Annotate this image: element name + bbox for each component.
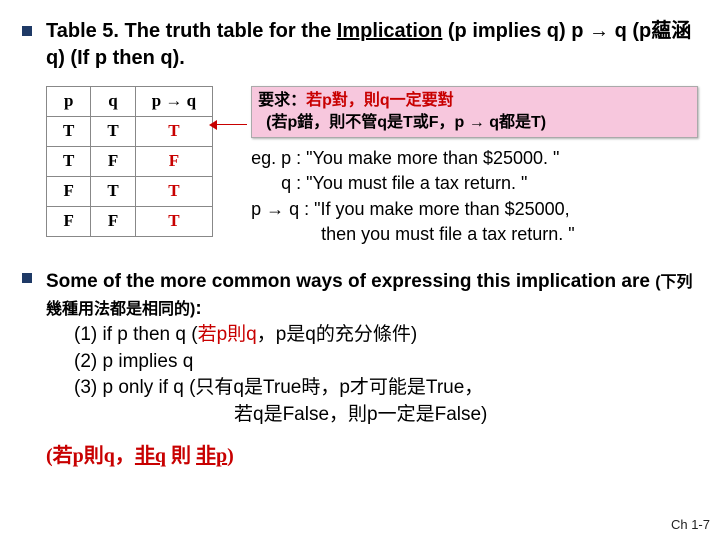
contra-np: 非p [196,445,227,467]
way1-red: 若p則q [198,324,257,345]
highlight-line2: (若p錯，則不管q是T或F，p → q都是T) [258,114,546,131]
table-row: T F F [47,146,213,176]
bullet-icon [22,26,32,36]
eg-l2: q : "You must file a tax return. " [251,171,698,196]
ways-intro-a: Some of the more common ways of expressi… [46,271,655,292]
th-p: p [47,87,91,117]
th-pq: p → q [135,87,212,117]
highlight-prefix: 要求： [258,92,306,109]
highlight-red: 若p對，則q一定要對 [306,92,454,109]
truth-table: p q p → q T T T T F F F T T F F [46,86,213,237]
bullet-icon [22,273,32,283]
contra-open: ( [46,445,53,467]
ways-colon: : [195,298,201,319]
eg-l4: then you must file a tax return. " [251,222,698,247]
table-row: T T T [47,116,213,146]
way1b: ，p是q的充分條件) [257,324,417,345]
contra-a: 若p則q， [53,445,135,467]
table-row: F T T [47,176,213,206]
table-row: F F T [47,206,213,236]
contra-nq: 非q [135,445,166,467]
page-footer: Ch 1-7 [671,516,710,534]
ways-row: Some of the more common ways of expressi… [22,265,698,429]
eg-l1: eg. p : "You make more than $25000. " [251,146,698,171]
example-block: eg. p : "You make more than $25000. " q … [251,146,698,247]
contra-close: ) [227,445,234,467]
ways-body: Some of the more common ways of expressi… [46,269,698,429]
way2: (2) p implies q [74,351,193,372]
arrow-icon [211,124,247,125]
highlight-box: 要求：若p對，則q一定要對 (若p錯，則不管q是T或F，p → q都是T) [251,86,698,138]
title-underlined: Implication [337,20,443,42]
contra-mid: 則 [166,445,196,467]
th-q: q [91,87,135,117]
contrapositive: (若p則q，非q 則 非p) [46,443,698,470]
eg-l3: p → q : "If you make more than $25000, [251,197,698,222]
way3: (3) p only if q (只有q是True時，p才可能是True， [74,377,483,398]
way1a: (1) if p then q ( [74,324,198,345]
page-title: Table 5. The truth table for the Implica… [46,18,698,72]
way3b: 若q是False，則p一定是False) [234,402,487,429]
title-prefix: Table 5. The truth table for the [46,20,337,42]
title-row: Table 5. The truth table for the Implica… [22,18,698,72]
